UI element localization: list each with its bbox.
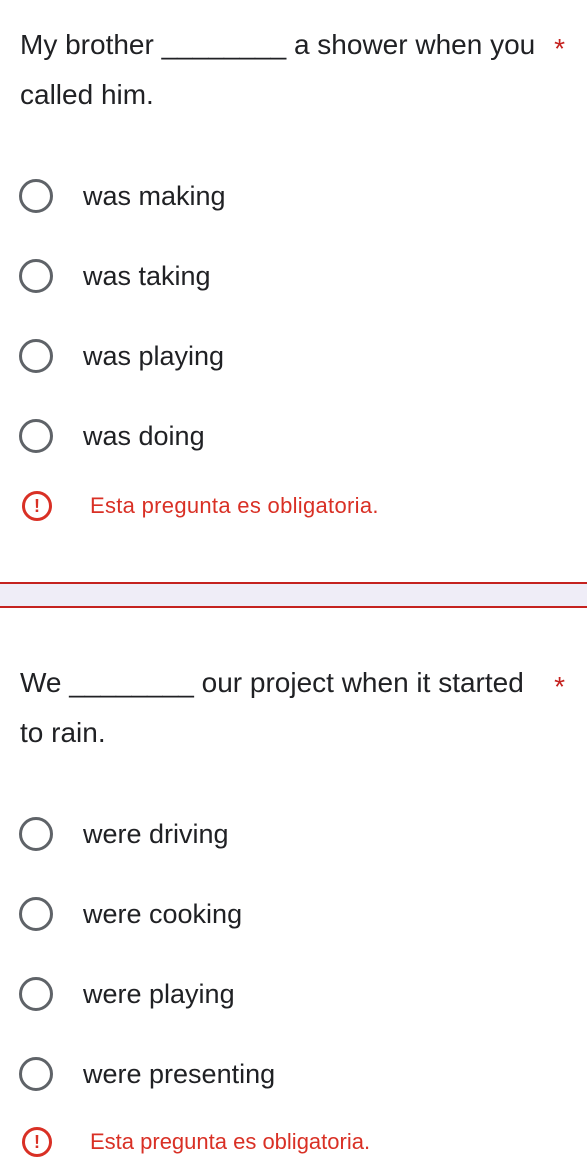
exclamation-circle-icon: ! <box>22 491 52 521</box>
radio-unchecked-icon[interactable] <box>19 897 53 931</box>
radio-unchecked-icon[interactable] <box>19 419 53 453</box>
radio-group: were driving were cooking were playing w… <box>0 794 587 1114</box>
radio-unchecked-icon[interactable] <box>19 259 53 293</box>
option-was-playing[interactable]: was playing <box>0 316 587 396</box>
required-error: ! Esta pregunta es obligatoria. <box>0 486 587 526</box>
option-label: were playing <box>83 978 235 1009</box>
option-was-taking[interactable]: was taking <box>0 236 587 316</box>
question-text: My brother ________ a shower when you ca… <box>20 29 536 110</box>
option-were-presenting[interactable]: were presenting <box>0 1034 587 1114</box>
option-was-making[interactable]: was making <box>0 156 587 236</box>
option-label: was playing <box>83 340 225 371</box>
option-were-driving[interactable]: were driving <box>0 794 587 874</box>
error-message: Esta pregunta es obligatoria. <box>90 493 379 518</box>
option-label: were cooking <box>83 898 243 929</box>
question-card-2: We ________ our project when it started … <box>0 608 587 1141</box>
error-message: Esta pregunta es obligatoria. <box>90 1129 371 1154</box>
question-title: We ________ our project when it started … <box>0 608 587 758</box>
question-title: My brother ________ a shower when you ca… <box>0 0 587 120</box>
required-asterisk: * <box>554 33 565 64</box>
required-error-2: ! Esta pregunta es obligatoria. <box>22 1127 370 1157</box>
radio-unchecked-icon[interactable] <box>19 817 53 851</box>
question-text: We ________ our project when it started … <box>20 667 524 748</box>
card-separator <box>0 582 587 608</box>
option-label: were presenting <box>83 1058 276 1089</box>
option-label: was making <box>83 180 226 211</box>
option-was-doing[interactable]: was doing <box>0 396 587 476</box>
radio-unchecked-icon[interactable] <box>19 1057 53 1091</box>
required-asterisk: * <box>554 671 565 702</box>
option-label: was doing <box>83 420 205 451</box>
option-were-cooking[interactable]: were cooking <box>0 874 587 954</box>
radio-group: was making was taking was playing was do… <box>0 156 587 476</box>
option-were-playing[interactable]: were playing <box>0 954 587 1034</box>
radio-unchecked-icon[interactable] <box>19 977 53 1011</box>
option-label: was taking <box>83 260 211 291</box>
radio-unchecked-icon[interactable] <box>19 179 53 213</box>
exclamation-circle-icon: ! <box>22 1127 52 1157</box>
question-card-1: My brother ________ a shower when you ca… <box>0 0 587 582</box>
option-label: were driving <box>83 818 229 849</box>
radio-unchecked-icon[interactable] <box>19 339 53 373</box>
